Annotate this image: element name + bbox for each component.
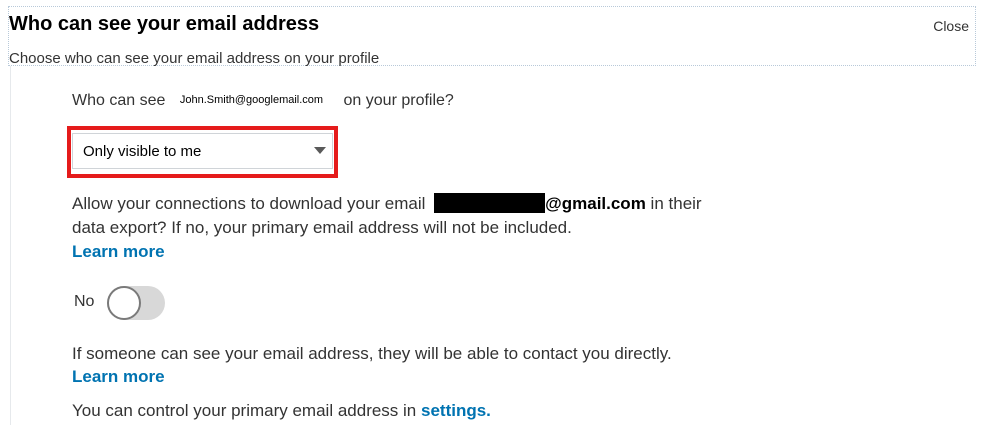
- contact-text: If someone can see your email address, t…: [72, 344, 672, 363]
- download-permission-text: Allow your connections to download your …: [72, 192, 712, 264]
- download-text-in: in: [650, 194, 664, 213]
- contact-info-text: If someone can see your email address, t…: [72, 342, 672, 388]
- toggle-label: No: [74, 293, 95, 310]
- learn-more-link-contact[interactable]: Learn more: [72, 367, 165, 386]
- dialog-header: Who can see your email address Choose wh…: [8, 6, 976, 67]
- caret-down-icon: [314, 147, 326, 154]
- visibility-select-value: Only visible to me: [83, 143, 202, 160]
- download-text-prefix: Allow your connections to download your …: [72, 194, 426, 213]
- dialog-subtitle: Choose who can see your email address on…: [9, 50, 380, 67]
- close-button[interactable]: Close: [933, 18, 969, 34]
- redacted-email-block: [434, 193, 546, 213]
- email-address: John.Smith@googlemail.com: [179, 94, 324, 106]
- left-divider: [10, 66, 11, 425]
- control-text: You can control your primary email addre…: [72, 401, 417, 420]
- visibility-question: Who can see John.Smith@googlemail.com on…: [72, 92, 454, 110]
- visibility-select[interactable]: Only visible to me: [72, 133, 333, 169]
- question-suffix: on your profile?: [343, 92, 454, 109]
- toggle-knob: [107, 286, 141, 320]
- email-visibility-panel: Who can see your email address Choose wh…: [0, 0, 982, 425]
- question-prefix: Who can see: [72, 92, 166, 109]
- dialog-title: Who can see your email address: [9, 13, 320, 35]
- control-primary-email-text: You can control your primary email addre…: [72, 401, 491, 421]
- email-domain: @gmail.com: [545, 194, 646, 213]
- settings-link[interactable]: settings.: [421, 401, 491, 420]
- learn-more-link-download[interactable]: Learn more: [72, 242, 165, 261]
- download-toggle[interactable]: [107, 286, 165, 320]
